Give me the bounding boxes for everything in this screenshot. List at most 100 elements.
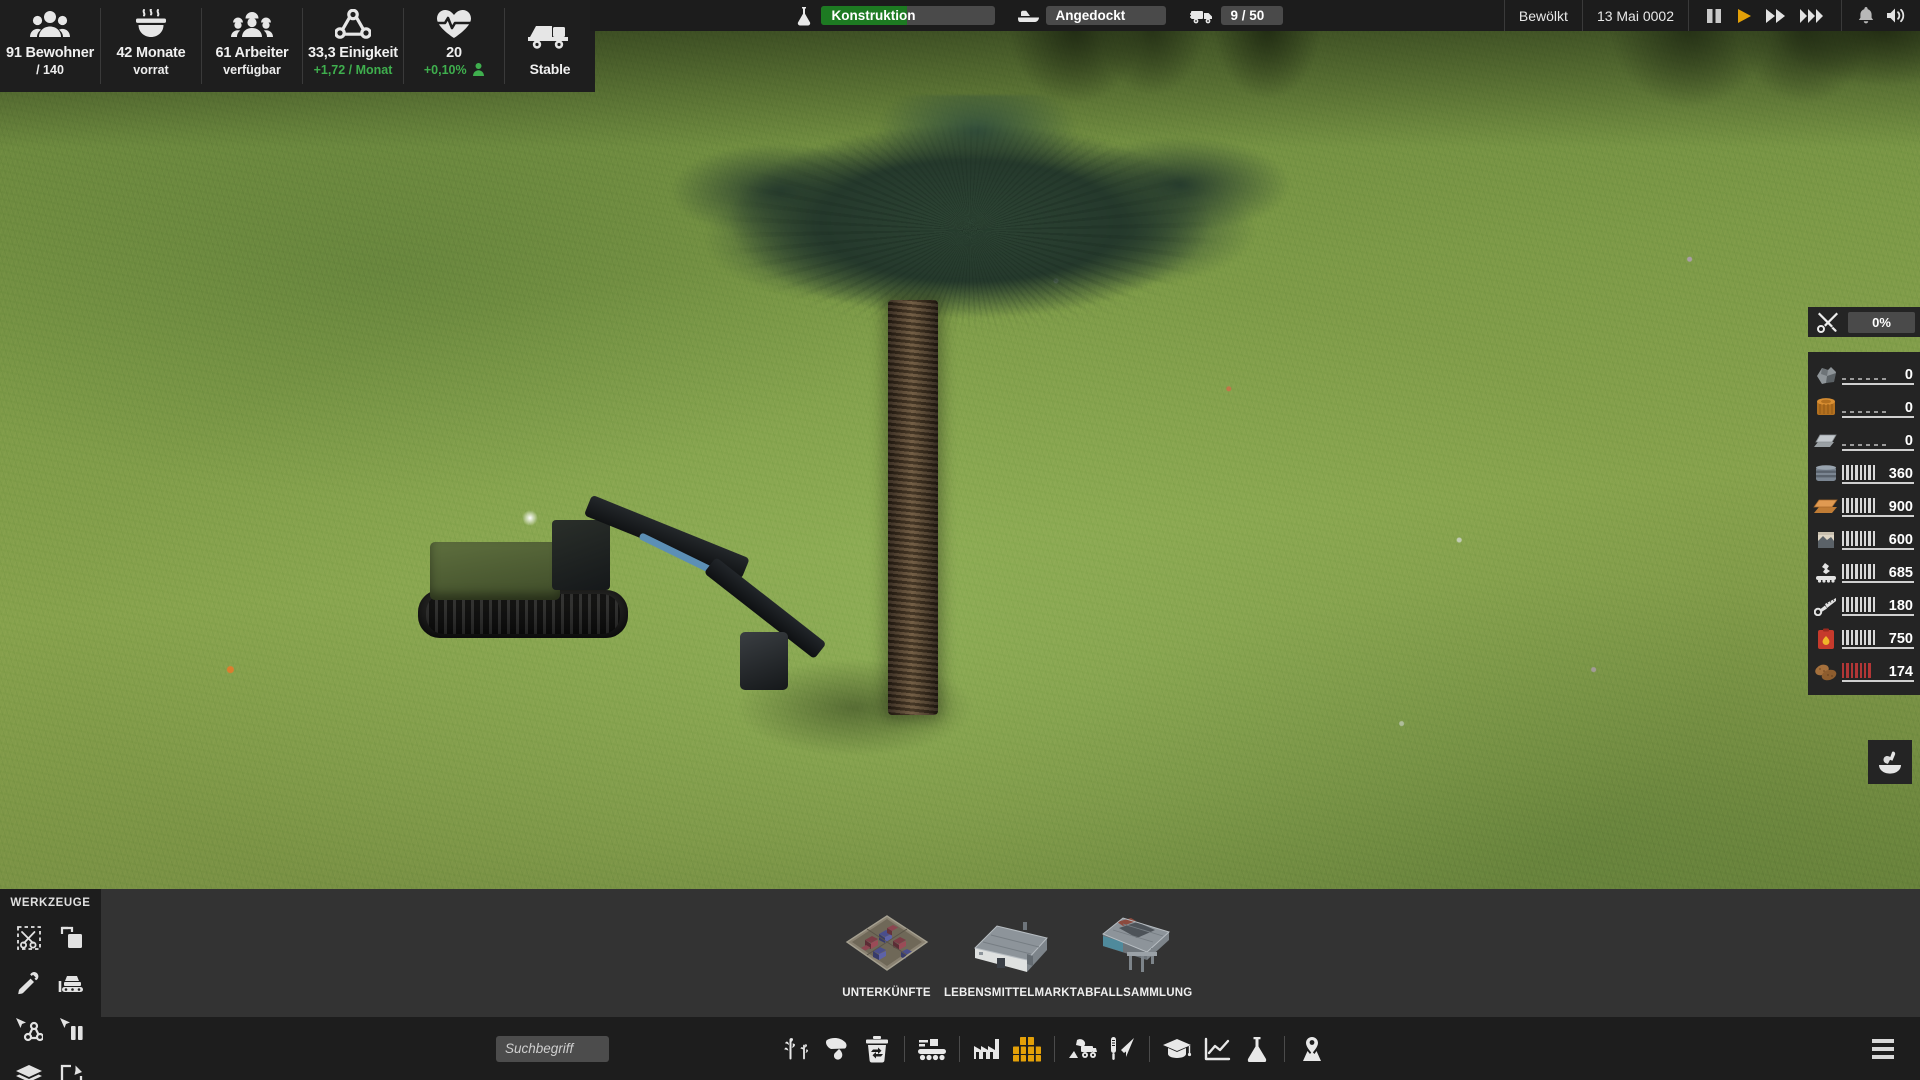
cut-selection-tool[interactable] [9, 918, 49, 958]
vehicle-count[interactable]: 9 / 50 [1221, 6, 1284, 25]
category-construction[interactable] [1062, 1027, 1102, 1071]
resource-meter: 180 [1842, 595, 1914, 617]
excavator-cabin [552, 520, 610, 590]
stat-sub: +0,10% [424, 63, 485, 77]
category-agriculture[interactable] [777, 1027, 817, 1071]
category-industry[interactable] [967, 1027, 1007, 1071]
category-waste[interactable] [857, 1027, 897, 1071]
stat-sub: verfügbar [223, 63, 281, 77]
pine-tree-needles [620, 95, 1320, 395]
cement-icon [1813, 528, 1839, 552]
dump-truck-icon [528, 15, 572, 55]
construction-progress-panel[interactable]: 0% [1808, 307, 1920, 337]
resource-row[interactable]: 180 [1808, 589, 1920, 622]
layers-tool[interactable] [9, 1056, 49, 1080]
category-education[interactable] [1157, 1027, 1197, 1071]
tools-grid [0, 918, 101, 1080]
category-statistics[interactable] [1197, 1027, 1237, 1071]
hamburger-menu-icon[interactable] [1868, 1034, 1898, 1064]
stat-workers[interactable]: 61 Arbeiter verfügbar [202, 0, 302, 92]
build-card-label: LEBENSMITTELMARKT [943, 987, 1078, 999]
resource-row[interactable]: 0 [1808, 391, 1920, 424]
build-card-label: ABFALLSAMMLUNG [1076, 987, 1193, 999]
stat-value: 33,3 Einigkeit [308, 45, 398, 61]
resource-row[interactable]: 600 [1808, 523, 1920, 556]
category-tools[interactable] [1102, 1027, 1142, 1071]
gravel-icon [1813, 561, 1839, 585]
coal-icon [1813, 363, 1839, 387]
stat-health[interactable]: 20 +0,10% [404, 0, 504, 92]
waste-thumb [1092, 907, 1178, 979]
search-input[interactable] [496, 1035, 609, 1062]
resource-row[interactable]: 0 [1808, 358, 1920, 391]
stat-value: 61 Arbeiter [215, 45, 289, 61]
fast-forward-button[interactable] [1765, 8, 1787, 24]
market-thumb [968, 907, 1054, 979]
divider [1841, 0, 1842, 31]
bulldozer-tool[interactable] [52, 964, 92, 1004]
tools-panel: WERKZEUGE [0, 889, 101, 1080]
category-storage[interactable] [1007, 1027, 1047, 1071]
pause-button[interactable] [1705, 8, 1723, 24]
resource-value: 360 [1888, 465, 1913, 482]
notifications-bell-icon[interactable] [1858, 7, 1874, 24]
research-progress[interactable]: Konstruktion [821, 6, 996, 25]
resource-value: 0 [1904, 366, 1913, 383]
stat-sub: vorrat [133, 63, 169, 77]
resource-meter: 360 [1842, 463, 1914, 485]
stat-value: 91 Bewohner [5, 45, 95, 61]
divider [1688, 0, 1689, 31]
build-card-waste[interactable]: ABFALLSAMMLUNG [1076, 907, 1193, 1000]
build-card-housing[interactable]: UNTERKÜNFTE [832, 907, 942, 1000]
excavator-vehicle[interactable] [410, 480, 830, 700]
divider [1284, 1035, 1285, 1062]
category-logistics[interactable] [912, 1027, 952, 1071]
stat-population[interactable]: 91 Bewohner / 140 [0, 0, 100, 92]
build-card-market[interactable]: LEBENSMITTELMARKT [944, 907, 1077, 1000]
category-research[interactable] [1237, 1027, 1277, 1071]
stat-unity[interactable]: 33,3 Einigkeit +1,72 / Monat [303, 0, 403, 92]
stat-stable[interactable]: Stable [505, 0, 595, 92]
resource-row[interactable]: 685 [1808, 556, 1920, 589]
play-button[interactable] [1735, 8, 1753, 24]
person-small-icon [473, 63, 485, 76]
resource-row[interactable]: 0 [1808, 424, 1920, 457]
tools-panel-title: WERKZEUGE [10, 897, 91, 909]
pine-tree-trunk [888, 300, 938, 715]
resource-row[interactable]: 900 [1808, 490, 1920, 523]
pause-build-tool[interactable] [52, 1010, 92, 1050]
resource-meter: 750 [1842, 628, 1914, 650]
resources-panel: 0 0 0 360 900 600 685 180 750 174 [1808, 352, 1920, 695]
sound-volume-icon[interactable] [1886, 7, 1906, 24]
resource-row[interactable]: 360 [1808, 457, 1920, 490]
copy-tool[interactable] [52, 918, 92, 958]
category-icons [777, 1027, 1332, 1071]
flask-icon [796, 6, 812, 26]
resource-baseline [1842, 415, 1914, 418]
edit-tool[interactable] [52, 1056, 92, 1080]
resource-baseline [1842, 481, 1914, 484]
build-panel: UNTERKÜNFTE LEBENSMITTELMARKT ABFALLSAMM… [101, 889, 1920, 1017]
ship-icon [1017, 8, 1040, 24]
resource-meter: 0 [1842, 364, 1914, 386]
resource-row[interactable]: 174 [1808, 655, 1920, 688]
population-icon [30, 7, 70, 41]
eyedropper-tool[interactable] [9, 964, 49, 1004]
resource-meter: 900 [1842, 496, 1914, 518]
boards-icon [1813, 495, 1839, 519]
resource-baseline [1842, 514, 1914, 517]
resource-row[interactable]: 750 [1808, 622, 1920, 655]
ultra-fast-forward-button[interactable] [1799, 8, 1825, 24]
stat-food[interactable]: 42 Monate vorrat [101, 0, 201, 92]
category-mining[interactable] [817, 1027, 857, 1071]
dock-status[interactable]: Angedockt [1046, 6, 1167, 25]
bottom-nav-bar [101, 1017, 1920, 1080]
select-unity-tool[interactable] [9, 1010, 49, 1050]
excavator-body [430, 542, 560, 600]
tools-crossed-icon [1808, 311, 1848, 333]
resource-value: 0 [1904, 399, 1913, 416]
cooking-button[interactable] [1868, 740, 1912, 784]
category-population[interactable] [1292, 1027, 1332, 1071]
resource-meter: 685 [1842, 562, 1914, 584]
potato-icon [1813, 660, 1839, 684]
